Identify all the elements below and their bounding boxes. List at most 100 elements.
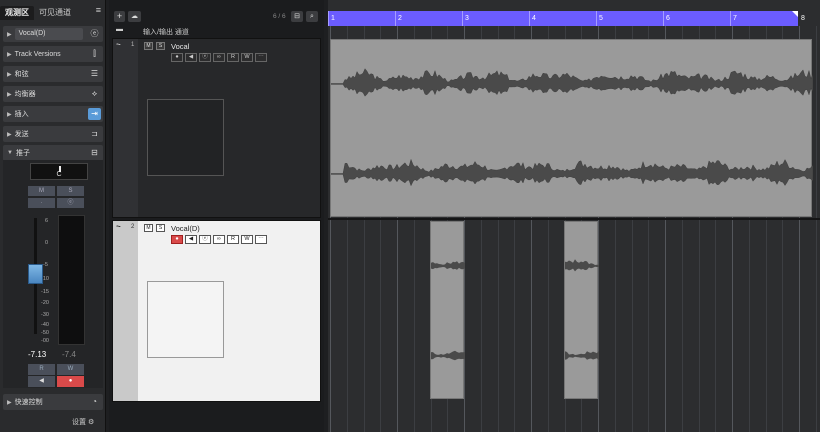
write-automation-button[interactable]: W [241,53,253,62]
monitor-button[interactable]: ◀ [185,53,197,62]
collapse-arrow-icon: ▶ [7,131,12,138]
edit-button[interactable]: ⓔ [57,198,84,208]
quick-controls-icon: ◔ [92,397,97,406]
mute-button[interactable]: M [144,42,153,50]
section-fader[interactable]: ▼ 推子 ⊟ [3,145,103,161]
menu-icon[interactable]: ≡ [96,5,101,15]
chord-icon: ☰ [90,69,99,78]
record-enable-button[interactable]: ● [171,235,183,244]
bar-number: 7 [733,15,737,22]
audio-event-vocal-d-2[interactable] [564,221,599,399]
collapse-arrow-icon: ▶ [7,111,12,118]
read-automation-button[interactable]: R [227,235,239,244]
section-inserts[interactable]: ▶ 插入 ⇥ [3,106,103,122]
track-visibility-button[interactable]: ⊟ [291,11,303,22]
inspector-track-name[interactable]: Vocal(D) [14,28,83,40]
waveform [331,68,813,187]
section-eq[interactable]: ▶ 均衡器 ⟡ [3,86,103,102]
add-track-button[interactable]: + [114,11,125,22]
track-controls: ● ◀ ⓔ ∞ R W ⋯ [171,235,267,244]
more-icon[interactable]: ⋯ [255,235,267,244]
track-vocal[interactable]: ⏦ 1 M S Vocal ● ◀ ⓔ ∞ R W ⋯ [112,38,321,218]
section-label: 快速控制 [14,399,43,406]
ruler-tick [529,11,530,26]
search-icon[interactable]: ⌕ [306,11,318,22]
section-sends[interactable]: ▶ 发送 ⊐ [3,126,103,142]
listen-button[interactable]: · [28,198,55,208]
read-automation-button[interactable]: R [28,364,55,375]
tab-visibility[interactable]: 可见通道 [34,6,76,20]
lanes-icon[interactable]: ∞ [213,53,225,62]
more-icon[interactable]: ⋯ [255,53,267,62]
solo-button[interactable]: S [57,186,84,196]
solo-button[interactable]: S [156,224,165,232]
mute-button[interactable]: M [144,224,153,232]
tab-inspector[interactable]: 观测区 [0,6,34,20]
track-presets-button[interactable]: ☁ [128,11,141,22]
track-name[interactable]: Vocal [171,42,189,51]
ruler-tick [596,11,597,26]
insert-icon[interactable]: ⇥ [88,108,101,120]
solo-button[interactable]: S [156,42,165,50]
pan-indicator [59,166,61,172]
collapse-arrow-icon: ▶ [7,71,12,78]
record-enable-button[interactable]: ● [171,53,183,62]
ruler-tick [395,11,396,26]
volume-fader-handle[interactable] [28,264,43,284]
timeline-ruler[interactable]: 1 2 3 4 5 6 7 [328,11,798,26]
audio-event-vocal[interactable] [330,39,813,217]
send-icon: ⊐ [91,129,98,138]
scale-label: -15 [41,289,49,295]
mute-button[interactable]: M [28,186,55,196]
edit-channel-icon[interactable]: ⓔ [199,53,211,62]
waveform [431,261,465,361]
bar-number: 5 [599,15,603,22]
audio-event-vocal-d-1[interactable] [430,221,465,399]
lanes-icon[interactable]: ∞ [213,235,225,244]
bar-number: 4 [532,15,536,22]
fader-panel: C M S · ⓔ 6 0 -5 -10 -15 -20 -30 -40 -50… [3,160,103,388]
fader-icon: ⊟ [91,148,98,157]
monitor-button[interactable]: ◀ [185,235,197,244]
edit-channel-icon[interactable]: ⓔ [88,28,101,40]
scale-label: -5 [43,262,48,268]
waveform [565,259,599,361]
write-automation-button[interactable]: W [57,364,84,375]
folder-track[interactable]: ▬ 输入/输出 通道 [112,26,322,37]
scale-label: -20 [41,300,49,306]
track-controls: ● ◀ ⓔ ∞ R W ⋯ [171,53,267,62]
volume-value[interactable]: -7.13 [28,350,46,359]
read-automation-button[interactable]: R [227,53,239,62]
track-vocal-d[interactable]: ⏦ 2 M S Vocal(D) ● ◀ ⓔ ∞ R W ⋯ [112,220,321,402]
audio-track-icon: ⏦ [116,42,121,48]
scale-label: -50 [41,330,49,336]
record-enable-button[interactable]: ● [57,376,84,387]
scale-label: -00 [41,338,49,344]
section-chords[interactable]: ▶ 和弦 ☰ [3,66,103,82]
section-quick-controls[interactable]: ▶ 快速控制 ◔ [3,394,103,410]
folder-label: 输入/输出 通道 [143,29,189,36]
bar-number: 8 [801,15,805,22]
settings-button[interactable]: 设置 ⚙ [72,417,94,427]
pan-control[interactable]: C [30,163,88,180]
bar-number: 6 [666,15,670,22]
inspector-track-section[interactable]: ▶ Vocal(D) ⓔ [3,26,103,42]
track-number-column: ⏦ 1 [113,39,138,217]
scale-label: 6 [45,218,49,224]
versions-icon: ⫿ [93,49,96,58]
write-automation-button[interactable]: W [241,235,253,244]
collapse-arrow-icon: ▶ [7,91,12,98]
peak-value[interactable]: -7.4 [62,350,76,359]
scale-label: -30 [41,312,49,318]
track-picture [147,281,224,358]
track-picture [147,99,224,176]
section-label: 推子 [15,150,30,157]
section-track-versions[interactable]: ▶ Track Versions ⫿ [3,46,103,62]
inspector-tabs: 观测区 可见通道 [0,4,106,22]
end-locator-icon[interactable] [792,11,798,17]
monitor-button[interactable]: ◀ [28,376,55,387]
track-name[interactable]: Vocal(D) [171,224,200,233]
event-lanes[interactable] [328,26,820,432]
edit-channel-icon[interactable]: ⓔ [199,235,211,244]
collapse-arrow-icon: ▶ [7,31,12,38]
